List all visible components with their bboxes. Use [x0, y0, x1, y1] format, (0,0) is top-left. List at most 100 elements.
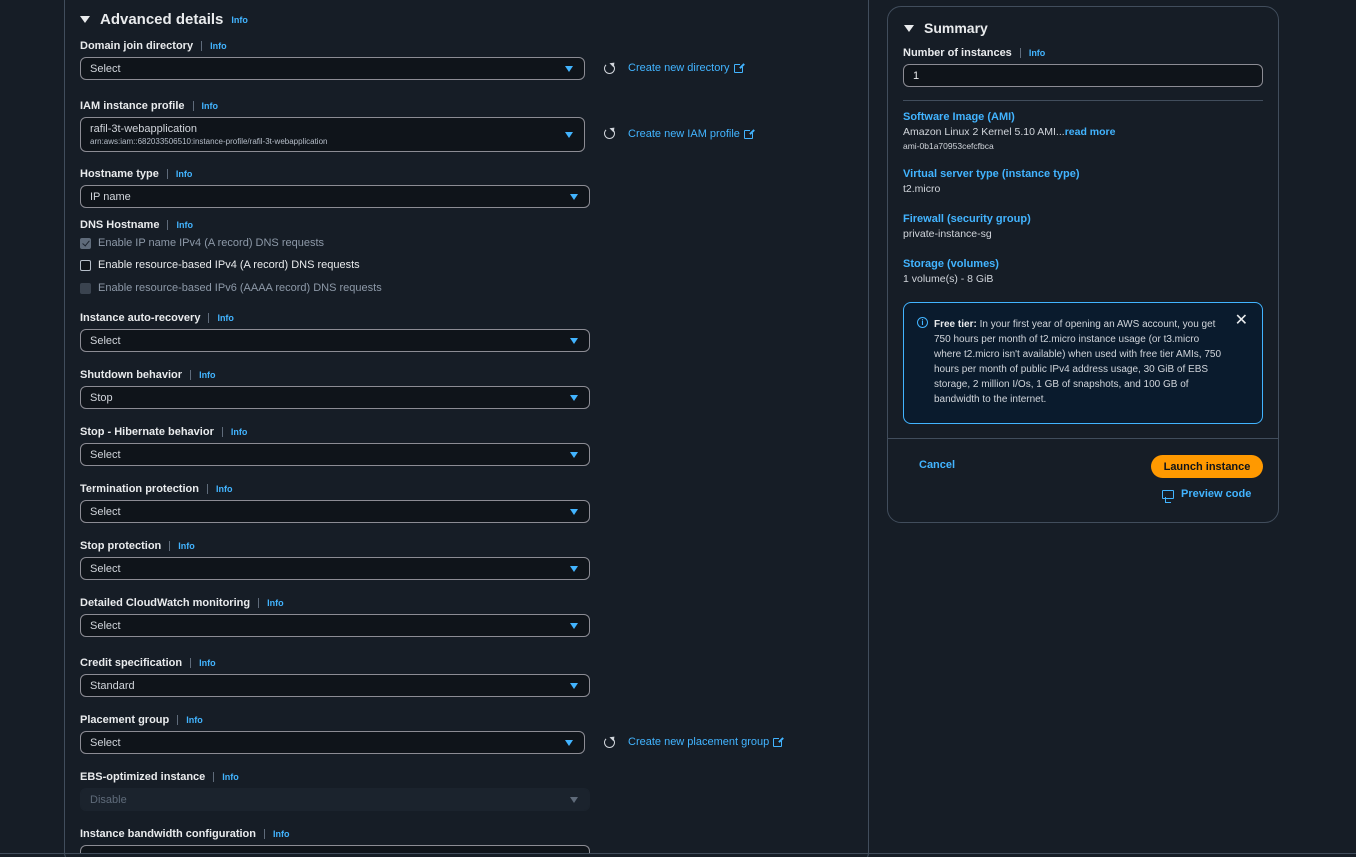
refresh-icon[interactable] [604, 63, 615, 74]
info-link[interactable]: Info [202, 101, 219, 111]
firewall-link[interactable]: Firewall (security group) [903, 213, 1031, 225]
info-link[interactable]: Info [267, 598, 284, 608]
hibernate-label-text: Stop - Hibernate behavior [80, 426, 214, 438]
credit-value: Standard [90, 679, 135, 692]
ebs-select: Disable [80, 788, 590, 811]
auto-recovery-label: Instance auto-recovery Info [80, 312, 234, 324]
bottom-divider [0, 853, 1356, 854]
info-link[interactable]: Info [176, 220, 193, 230]
shutdown-label-text: Shutdown behavior [80, 369, 183, 381]
close-icon[interactable]: ✕ [1235, 313, 1248, 329]
info-link[interactable]: Info [273, 829, 290, 839]
ebs-value: Disable [90, 793, 127, 806]
separator [201, 41, 203, 51]
code-icon [1162, 489, 1174, 503]
ami-link[interactable]: Software Image (AMI) [903, 111, 1015, 123]
info-link[interactable]: Info [216, 484, 233, 494]
create-new-directory-link[interactable]: Create new directory [628, 61, 745, 74]
iam-profile-select[interactable]: rafil-3t-webapplication arn:aws:iam::682… [80, 117, 585, 152]
create-new-placement-group-text: Create new placement group [628, 736, 770, 748]
read-more-link[interactable]: read more [1065, 126, 1116, 138]
separator [169, 541, 171, 551]
checkbox-icon [80, 282, 91, 294]
info-link[interactable]: Info [199, 370, 216, 380]
info-link[interactable]: Info [199, 658, 216, 668]
preview-code-button[interactable]: Preview code [1162, 488, 1252, 503]
dns-option-label: Enable resource-based IPv4 (A record) DN… [98, 259, 360, 271]
info-link[interactable]: Info [210, 41, 227, 51]
summary-header[interactable]: Summary [904, 20, 988, 36]
refresh-icon[interactable] [604, 128, 615, 139]
info-link[interactable]: Info [231, 427, 248, 437]
create-new-placement-group-link[interactable]: Create new placement group [628, 735, 785, 748]
separator [192, 101, 194, 111]
preview-code-text: Preview code [1181, 488, 1252, 500]
cloudwatch-label-text: Detailed CloudWatch monitoring [80, 597, 251, 609]
separator [190, 370, 192, 380]
placement-select[interactable]: Select [80, 731, 585, 754]
separator [221, 427, 223, 437]
separator [167, 220, 169, 230]
auto-recovery-select[interactable]: Select [80, 329, 590, 352]
info-link[interactable]: Info [1029, 48, 1046, 58]
dns-ipv4-ipname-checkbox[interactable]: Enable IP name IPv4 (A record) DNS reque… [80, 237, 324, 249]
info-link[interactable]: Info [222, 772, 239, 782]
cancel-button[interactable]: Cancel [919, 459, 955, 471]
separator [258, 598, 260, 608]
ami-value-text: Amazon Linux 2 Kernel 5.10 AMI... [903, 126, 1065, 138]
number-of-instances-label-text: Number of instances [903, 47, 1012, 59]
auto-recovery-value: Select [90, 334, 121, 347]
stop-protection-select[interactable]: Select [80, 557, 590, 580]
info-link[interactable]: Info [231, 15, 248, 25]
info-link[interactable]: Info [186, 715, 203, 725]
termination-label: Termination protection Info [80, 483, 232, 495]
free-tier-alert: i ✕ Free tier: In your first year of ope… [903, 302, 1263, 424]
separator [213, 772, 215, 782]
dns-option-label: Enable resource-based IPv6 (AAAA record)… [98, 282, 382, 294]
caret-down-icon [570, 451, 578, 458]
stop-protection-label: Stop protection Info [80, 540, 195, 552]
free-tier-text: In your first year of opening an AWS acc… [934, 319, 1222, 405]
dns-ipv6-resource-checkbox[interactable]: Enable resource-based IPv6 (AAAA record)… [80, 282, 382, 294]
advanced-details-header[interactable]: Advanced details Info [80, 11, 248, 28]
caret-down-icon [570, 337, 578, 344]
cloudwatch-select[interactable]: Select [80, 614, 590, 637]
credit-label: Credit specification Info [80, 657, 216, 669]
bandwidth-label-text: Instance bandwidth configuration [80, 828, 256, 840]
info-link[interactable]: Info [176, 169, 193, 179]
hostname-type-select[interactable]: IP name [80, 185, 590, 208]
iam-profile-arn: arn:aws:iam::682033506510:instance-profi… [90, 137, 328, 146]
auto-recovery-label-text: Instance auto-recovery [80, 312, 201, 324]
caret-down-icon [570, 682, 578, 689]
number-of-instances-value: 1 [913, 69, 920, 82]
info-link[interactable]: Info [178, 541, 195, 551]
caret-down-icon [570, 622, 578, 629]
refresh-icon[interactable] [604, 737, 615, 748]
summary-footer-divider [888, 438, 1278, 439]
instance-type-value: t2.micro [903, 183, 941, 195]
termination-select[interactable]: Select [80, 500, 590, 523]
external-link-icon [733, 61, 745, 73]
number-of-instances-input[interactable]: 1 [903, 64, 1263, 87]
storage-link[interactable]: Storage (volumes) [903, 258, 999, 270]
domain-join-select[interactable]: Select [80, 57, 585, 80]
launch-instance-button[interactable]: Launch instance [1151, 455, 1263, 478]
caret-down-icon [570, 394, 578, 401]
external-link-icon [743, 127, 755, 139]
free-tier-title: Free tier: [934, 319, 977, 330]
credit-select[interactable]: Standard [80, 674, 590, 697]
instance-type-link[interactable]: Virtual server type (instance type) [903, 168, 1079, 180]
summary-title: Summary [924, 20, 988, 36]
caret-down-icon [570, 796, 578, 803]
storage-value: 1 volume(s) - 8 GiB [903, 273, 994, 285]
info-link[interactable]: Info [217, 313, 234, 323]
bandwidth-select[interactable] [80, 845, 590, 853]
checkbox-icon [80, 259, 91, 271]
placement-label-text: Placement group [80, 714, 170, 726]
hibernate-select[interactable]: Select [80, 443, 590, 466]
caret-down-icon [570, 508, 578, 515]
shutdown-value: Stop [90, 391, 113, 404]
shutdown-select[interactable]: Stop [80, 386, 590, 409]
dns-ipv4-resource-checkbox[interactable]: Enable resource-based IPv4 (A record) DN… [80, 259, 360, 271]
create-new-iam-profile-link[interactable]: Create new IAM profile [628, 127, 755, 140]
